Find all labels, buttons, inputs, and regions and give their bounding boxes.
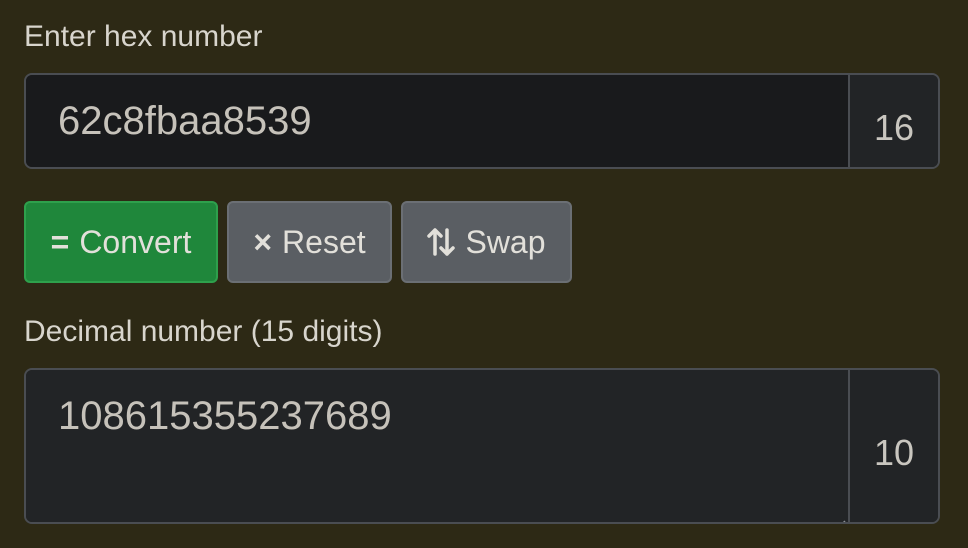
equals-icon: =: [50, 223, 70, 260]
reset-button-label: Reset: [282, 223, 366, 260]
convert-button-label: Convert: [79, 223, 192, 260]
input-base-badge: 16: [848, 75, 938, 167]
output-base-badge: 10: [848, 370, 938, 522]
convert-button[interactable]: = Convert: [24, 201, 218, 283]
decimal-output-textarea[interactable]: 108615355237689: [26, 370, 848, 522]
swap-button[interactable]: Swap: [401, 201, 572, 283]
hex-input[interactable]: 62c8fbaa8539: [26, 75, 848, 167]
converter-panel: Enter hex number 62c8fbaa8539 16 = Conve…: [0, 0, 968, 548]
decimal-output-value: 108615355237689: [58, 394, 392, 438]
up-down-arrows-icon: [427, 226, 456, 258]
resize-handle-icon[interactable]: [828, 502, 846, 522]
close-icon: ×: [253, 223, 273, 260]
reset-button[interactable]: × Reset: [227, 201, 392, 283]
hex-input-value: 62c8fbaa8539: [58, 98, 312, 143]
hex-input-group: 62c8fbaa8539 16: [24, 73, 940, 169]
output-label: Decimal number (15 digits): [24, 315, 383, 348]
decimal-output-group: 108615355237689 10: [24, 368, 940, 524]
input-label: Enter hex number: [24, 20, 263, 53]
swap-button-label: Swap: [465, 223, 546, 260]
